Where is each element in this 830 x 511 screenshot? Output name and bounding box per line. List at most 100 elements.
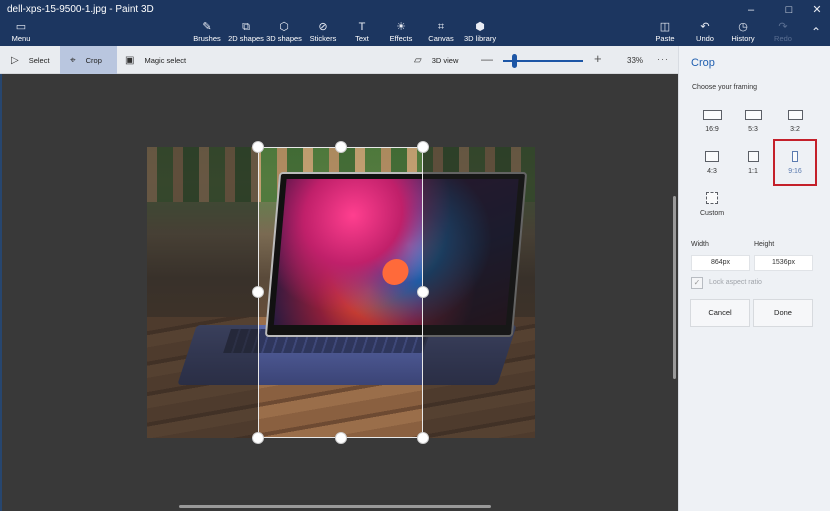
3d-library-icon: ⬢ bbox=[475, 21, 485, 33]
framing-1-1-icon bbox=[747, 151, 759, 162]
magic-select-label: Magic select bbox=[144, 55, 187, 65]
crop-label: Crop bbox=[85, 55, 102, 65]
magic-select-icon: ▣ bbox=[125, 54, 135, 66]
ribbon-label: 3D library bbox=[464, 34, 497, 43]
panel-title: Crop bbox=[691, 57, 715, 69]
window-title: dell-xps-15-9500-1.jpg - Paint 3D bbox=[7, 4, 154, 15]
lock-aspect-label: Lock aspect ratio bbox=[709, 279, 762, 286]
ribbon-effects[interactable]: ☀ Effects bbox=[388, 20, 414, 46]
undo-label: Undo bbox=[696, 34, 714, 43]
cancel-button[interactable]: Cancel bbox=[690, 299, 750, 327]
framing-label: 4:3 bbox=[707, 168, 717, 175]
crop-handle-right[interactable] bbox=[417, 286, 429, 298]
cursor-icon: ▷ bbox=[11, 54, 19, 66]
canvas-icon: ⌗ bbox=[437, 21, 445, 33]
ribbon-label: Stickers bbox=[309, 34, 337, 43]
crop-tool[interactable]: ⌖ Crop bbox=[60, 46, 117, 74]
history-label: History bbox=[731, 34, 755, 43]
ribbon-3d-shapes[interactable]: ⬡ 3D shapes bbox=[266, 20, 302, 46]
crop-handle-top-right[interactable] bbox=[417, 141, 429, 153]
canvas-area[interactable] bbox=[0, 74, 678, 511]
select-tool[interactable]: ▷ Select bbox=[0, 46, 60, 74]
magic-select-tool[interactable]: ▣ Magic select bbox=[117, 46, 197, 74]
close-button[interactable]: ✕ bbox=[804, 2, 830, 18]
framing-label: Custom bbox=[699, 210, 725, 217]
select-label: Select bbox=[28, 55, 50, 65]
ribbon-3d-library[interactable]: ⬢ 3D library bbox=[464, 20, 496, 46]
collapse-ribbon-button[interactable]: ⌃ bbox=[808, 20, 824, 46]
framing-5-3-icon bbox=[744, 110, 762, 120]
more-options-button[interactable]: ··· bbox=[657, 54, 669, 64]
minimize-button[interactable]: – bbox=[738, 2, 764, 18]
3d-shapes-icon: ⬡ bbox=[279, 21, 289, 33]
maximize-button[interactable]: □ bbox=[776, 2, 802, 18]
redo-label: Redo bbox=[774, 34, 792, 43]
framing-label: 16:9 bbox=[705, 126, 719, 133]
horizontal-scrollbar[interactable] bbox=[179, 505, 491, 508]
selection-highlight-box bbox=[773, 139, 817, 186]
history-button[interactable]: ◷ History bbox=[730, 20, 756, 46]
crop-handle-bottom[interactable] bbox=[335, 432, 347, 444]
ribbon-label: Brushes bbox=[193, 34, 221, 43]
paste-button[interactable]: ◫ Paste bbox=[654, 20, 676, 46]
framing-5-3[interactable]: 5:3 bbox=[733, 110, 773, 154]
text-icon: T bbox=[358, 21, 366, 33]
zoom-slider-thumb[interactable] bbox=[512, 54, 517, 68]
crop-icon: ⌖ bbox=[70, 54, 76, 66]
title-bar: dell-xps-15-9500-1.jpg - Paint 3D – □ ✕ bbox=[0, 0, 830, 20]
2d-shapes-icon: ⧉ bbox=[242, 21, 250, 33]
lock-aspect-checkbox[interactable]: ✓ bbox=[691, 277, 703, 289]
crop-dim-right bbox=[423, 147, 535, 438]
crop-handle-bottom-left[interactable] bbox=[252, 432, 264, 444]
zoom-percentage: 33% bbox=[627, 56, 644, 65]
paste-icon: ◫ bbox=[659, 21, 671, 33]
stickers-icon: ⊘ bbox=[318, 21, 328, 33]
3d-view-button[interactable]: ▱ 3D view bbox=[414, 46, 464, 74]
done-button[interactable]: Done bbox=[753, 299, 813, 327]
framing-label: 3:2 bbox=[790, 126, 800, 133]
history-icon: ◷ bbox=[738, 21, 748, 33]
ribbon-label: Canvas bbox=[428, 34, 454, 43]
brush-icon: ✎ bbox=[202, 21, 212, 33]
framing-label: 5:3 bbox=[748, 126, 758, 133]
chevron-up-icon: ⌃ bbox=[810, 25, 822, 39]
framing-16-9[interactable]: 16:9 bbox=[692, 110, 732, 154]
zoom-in-button[interactable]: + bbox=[594, 52, 602, 65]
width-input[interactable]: 864px bbox=[691, 255, 750, 271]
ribbon-brushes[interactable]: ✎ Brushes bbox=[190, 20, 224, 46]
ribbon-canvas[interactable]: ⌗ Canvas bbox=[428, 20, 454, 46]
crop-frame[interactable] bbox=[258, 147, 423, 438]
crop-handle-bottom-right[interactable] bbox=[417, 432, 429, 444]
3d-view-label: 3D view bbox=[431, 55, 459, 65]
3d-view-icon: ▱ bbox=[414, 54, 422, 66]
zoom-out-button[interactable]: — bbox=[481, 53, 493, 65]
menu-button[interactable]: ▭ Menu bbox=[6, 20, 36, 46]
undo-button[interactable]: ↶ Undo bbox=[694, 20, 716, 46]
redo-icon: ↷ bbox=[778, 21, 788, 33]
ribbon-2d-shapes[interactable]: ⧉ 2D shapes bbox=[228, 20, 264, 46]
framing-4-3[interactable]: 4:3 bbox=[692, 151, 732, 195]
ribbon-label: Text bbox=[355, 34, 369, 43]
framing-4-3-icon bbox=[705, 151, 719, 162]
crop-handle-top[interactable] bbox=[335, 141, 347, 153]
framing-custom[interactable]: Custom bbox=[692, 192, 732, 236]
menu-label: Menu bbox=[11, 34, 31, 43]
width-label: Width bbox=[691, 241, 709, 248]
vertical-scrollbar[interactable] bbox=[673, 196, 676, 379]
ribbon-stickers[interactable]: ⊘ Stickers bbox=[308, 20, 338, 46]
undo-icon: ↶ bbox=[700, 21, 710, 33]
ribbon-text[interactable]: T Text bbox=[350, 20, 374, 46]
ribbon: ▭ Menu ✎ Brushes ⧉ 2D shapes ⬡ 3D shapes… bbox=[0, 20, 830, 46]
framing-16-9-icon bbox=[702, 110, 722, 120]
framing-1-1[interactable]: 1:1 bbox=[733, 151, 773, 195]
framing-label: 1:1 bbox=[748, 168, 758, 175]
crop-handle-left[interactable] bbox=[252, 286, 264, 298]
framing-3-2-icon bbox=[787, 110, 803, 120]
ribbon-label: 3D shapes bbox=[266, 34, 302, 43]
crop-handle-top-left[interactable] bbox=[252, 141, 264, 153]
height-input[interactable]: 1536px bbox=[754, 255, 813, 271]
paint-3d-window: dell-xps-15-9500-1.jpg - Paint 3D – □ ✕ … bbox=[0, 0, 830, 511]
redo-button[interactable]: ↷ Redo bbox=[772, 20, 794, 46]
paste-label: Paste bbox=[655, 34, 675, 43]
ribbon-label: 2D shapes bbox=[228, 34, 264, 43]
